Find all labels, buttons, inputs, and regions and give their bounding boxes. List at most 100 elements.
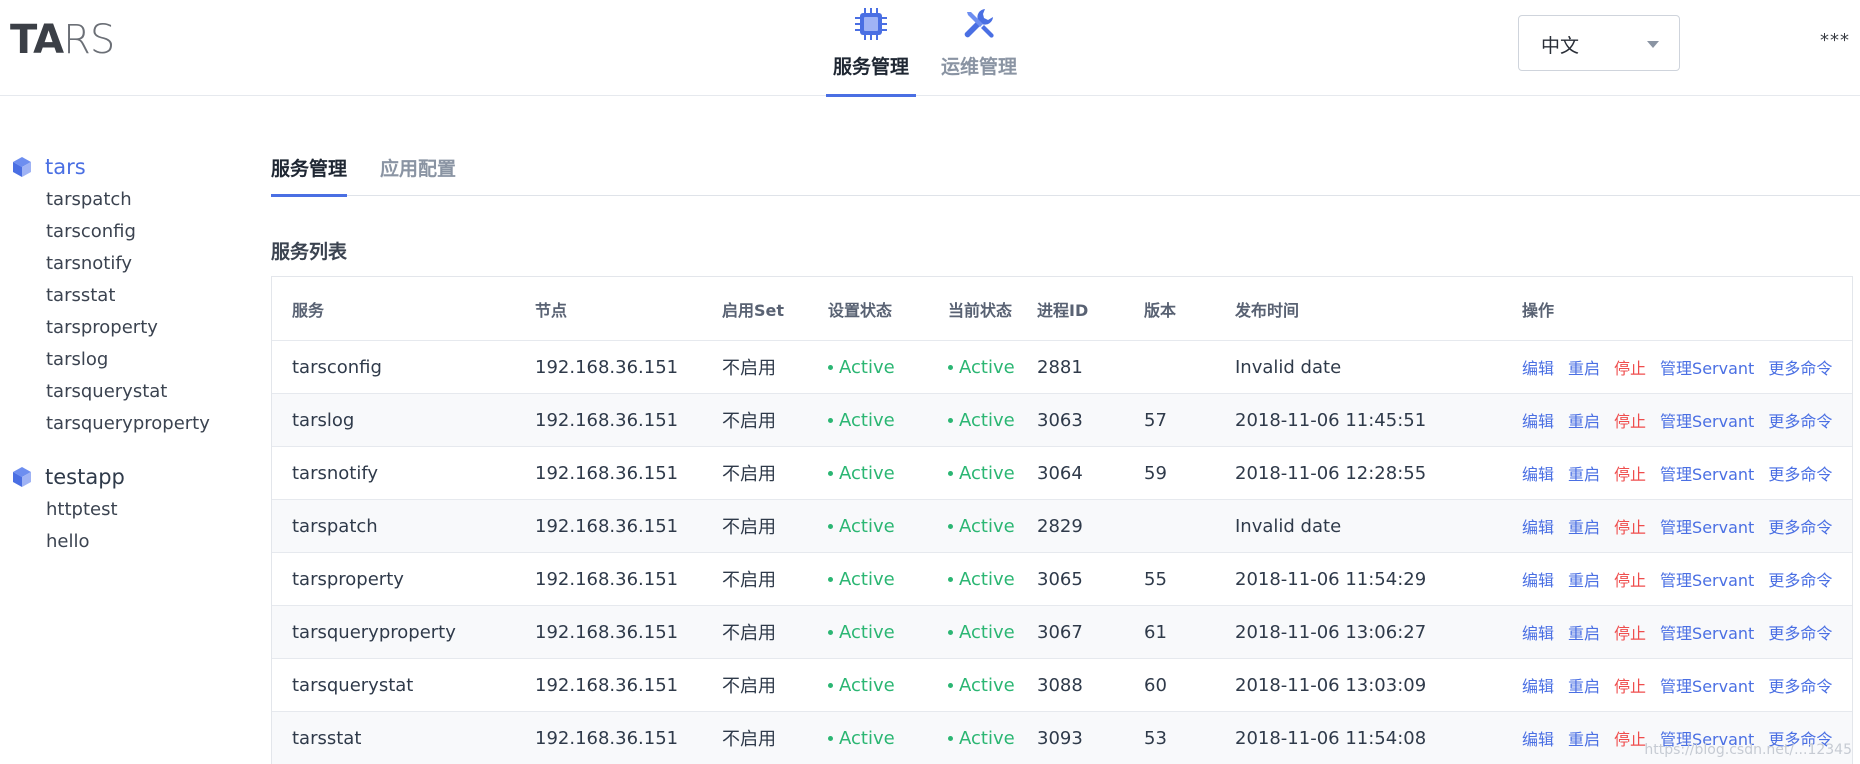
node-cell-text: 192.168.36.151 <box>535 621 679 643</box>
restart-link[interactable]: 重启 <box>1568 620 1600 644</box>
logo-text-ta: TA <box>10 17 64 63</box>
app-item-testapp[interactable]: testapp <box>0 460 250 494</box>
setting-status-cell: Active <box>828 712 895 764</box>
version-cell: 59 <box>1144 447 1167 499</box>
edit-link[interactable]: 编辑 <box>1522 726 1554 750</box>
service-cell-text: tarsnotify <box>292 462 379 484</box>
manage-servant-link[interactable]: 管理Servant <box>1660 620 1754 644</box>
publish-time-cell-text: Invalid date <box>1235 515 1342 537</box>
restart-link[interactable]: 重启 <box>1568 514 1600 538</box>
table-row: tarsstat 192.168.36.151 不启用 Active Active 309… <box>272 712 1852 764</box>
language-select[interactable]: 中文 <box>1518 15 1680 71</box>
stop-link[interactable]: 停止 <box>1614 514 1646 538</box>
sidebar-server-item[interactable]: tarsstat <box>0 280 250 312</box>
edit-link[interactable]: 编辑 <box>1522 673 1554 697</box>
publish-time-cell-text: 2018-11-06 12:28:55 <box>1235 462 1427 484</box>
version-cell: 57 <box>1144 394 1167 446</box>
nav-ops-management[interactable]: 运维管理 <box>934 0 1024 96</box>
column-header: 节点 <box>535 300 568 320</box>
manage-servant-link[interactable]: 管理Servant <box>1660 461 1754 485</box>
service-cell-text: tarsqueryproperty <box>292 621 456 643</box>
more-commands-link[interactable]: 更多命令 <box>1768 620 1832 644</box>
current-status-cell: Active <box>948 606 1015 658</box>
version-cell-text: 53 <box>1144 727 1167 749</box>
node-cell-text: 192.168.36.151 <box>535 568 679 590</box>
current-status-cell-text: Active <box>948 728 1015 749</box>
stop-link[interactable]: 停止 <box>1614 673 1646 697</box>
sidebar-server-item[interactable]: tarsquerystat <box>0 376 250 408</box>
more-commands-link[interactable]: 更多命令 <box>1768 461 1832 485</box>
publish-time-cell: Invalid date <box>1235 341 1341 393</box>
stop-link[interactable]: 停止 <box>1614 408 1646 432</box>
tab-service-management[interactable]: 服务管理 <box>271 145 348 197</box>
set-enabled-cell-text: 不启用 <box>722 623 776 644</box>
column-header: 版本 <box>1144 300 1177 320</box>
manage-servant-link[interactable]: 管理Servant <box>1660 567 1754 591</box>
edit-link[interactable]: 编辑 <box>1522 408 1554 432</box>
more-commands-link[interactable]: 更多命令 <box>1768 673 1832 697</box>
version-cell-text: 59 <box>1144 462 1167 484</box>
wrench-icon <box>964 9 994 38</box>
stop-link[interactable]: 停止 <box>1614 461 1646 485</box>
more-commands-link[interactable]: 更多命令 <box>1768 514 1832 538</box>
pid-cell-text: 3064 <box>1037 462 1083 484</box>
pid-cell: 3065 <box>1037 553 1083 605</box>
stop-link[interactable]: 停止 <box>1614 726 1646 750</box>
node-cell: 192.168.36.151 <box>535 394 678 446</box>
sidebar-server-item[interactable]: httptest <box>0 494 250 526</box>
node-cell: 192.168.36.151 <box>535 341 678 393</box>
set-enabled-cell: 不启用 <box>722 659 776 711</box>
chip-icon <box>855 8 887 40</box>
sidebar-server-item[interactable]: tarslog <box>0 344 250 376</box>
restart-link[interactable]: 重启 <box>1568 408 1600 432</box>
pid-cell: 2881 <box>1037 341 1083 393</box>
more-commands-link[interactable]: 更多命令 <box>1768 567 1832 591</box>
pid-cell: 2829 <box>1037 500 1083 552</box>
publish-time-cell-text: 2018-11-06 11:54:08 <box>1235 727 1427 749</box>
edit-link[interactable]: 编辑 <box>1522 514 1554 538</box>
set-enabled-cell-text: 不启用 <box>722 464 776 485</box>
app-item-tars[interactable]: tars <box>0 150 250 184</box>
stop-link[interactable]: 停止 <box>1614 620 1646 644</box>
edit-link[interactable]: 编辑 <box>1522 461 1554 485</box>
manage-servant-link[interactable]: 管理Servant <box>1660 514 1754 538</box>
sidebar-server-item[interactable]: tarspatch <box>0 184 250 216</box>
edit-link[interactable]: 编辑 <box>1522 355 1554 379</box>
edit-link[interactable]: 编辑 <box>1522 620 1554 644</box>
manage-servant-link[interactable]: 管理Servant <box>1660 355 1754 379</box>
restart-link[interactable]: 重启 <box>1568 461 1600 485</box>
more-commands-link[interactable]: 更多命令 <box>1768 355 1832 379</box>
stop-link[interactable]: 停止 <box>1614 567 1646 591</box>
setting-status-cell-text: Active <box>828 357 895 378</box>
manage-servant-link[interactable]: 管理Servant <box>1660 673 1754 697</box>
setting-status-cell-text: Active <box>828 569 895 590</box>
user-menu[interactable]: *** <box>1820 30 1850 51</box>
actions-cell: 编辑 重启 停止 管理Servant 更多命令 <box>1522 341 1846 393</box>
table-row: tarsquerystat 192.168.36.151 不启用 Active Acti… <box>272 659 1852 712</box>
tars-logo[interactable]: TA RS <box>10 17 115 63</box>
node-cell: 192.168.36.151 <box>535 606 678 658</box>
restart-link[interactable]: 重启 <box>1568 726 1600 750</box>
restart-link[interactable]: 重启 <box>1568 673 1600 697</box>
sidebar-server-item[interactable]: tarsproperty <box>0 312 250 344</box>
restart-link[interactable]: 重启 <box>1568 567 1600 591</box>
edit-link[interactable]: 编辑 <box>1522 567 1554 591</box>
tab-app-config[interactable]: 应用配置 <box>380 145 456 196</box>
stop-link[interactable]: 停止 <box>1614 355 1646 379</box>
set-enabled-cell: 不启用 <box>722 712 776 764</box>
restart-link[interactable]: 重启 <box>1568 355 1600 379</box>
sidebar-server-item[interactable]: tarsqueryproperty <box>0 408 250 440</box>
column-header: 操作 <box>1522 300 1555 320</box>
pid-cell-text: 3067 <box>1037 621 1083 643</box>
sidebar-server-item[interactable]: tarsconfig <box>0 216 250 248</box>
more-commands-link[interactable]: 更多命令 <box>1768 408 1832 432</box>
table-row: tarsconfig 192.168.36.151 不启用 Active Active 2… <box>272 341 1852 394</box>
manage-servant-link[interactable]: 管理Servant <box>1660 408 1754 432</box>
nav-service-management[interactable]: 服务管理 <box>826 0 916 97</box>
sidebar-server-item[interactable]: tarsnotify <box>0 248 250 280</box>
sidebar-server-item[interactable]: hello <box>0 526 250 558</box>
service-cell: tarsstat <box>292 712 361 764</box>
service-cell-text: tarsproperty <box>292 568 404 590</box>
set-enabled-cell: 不启用 <box>722 553 776 605</box>
set-enabled-cell-text: 不启用 <box>722 676 776 697</box>
